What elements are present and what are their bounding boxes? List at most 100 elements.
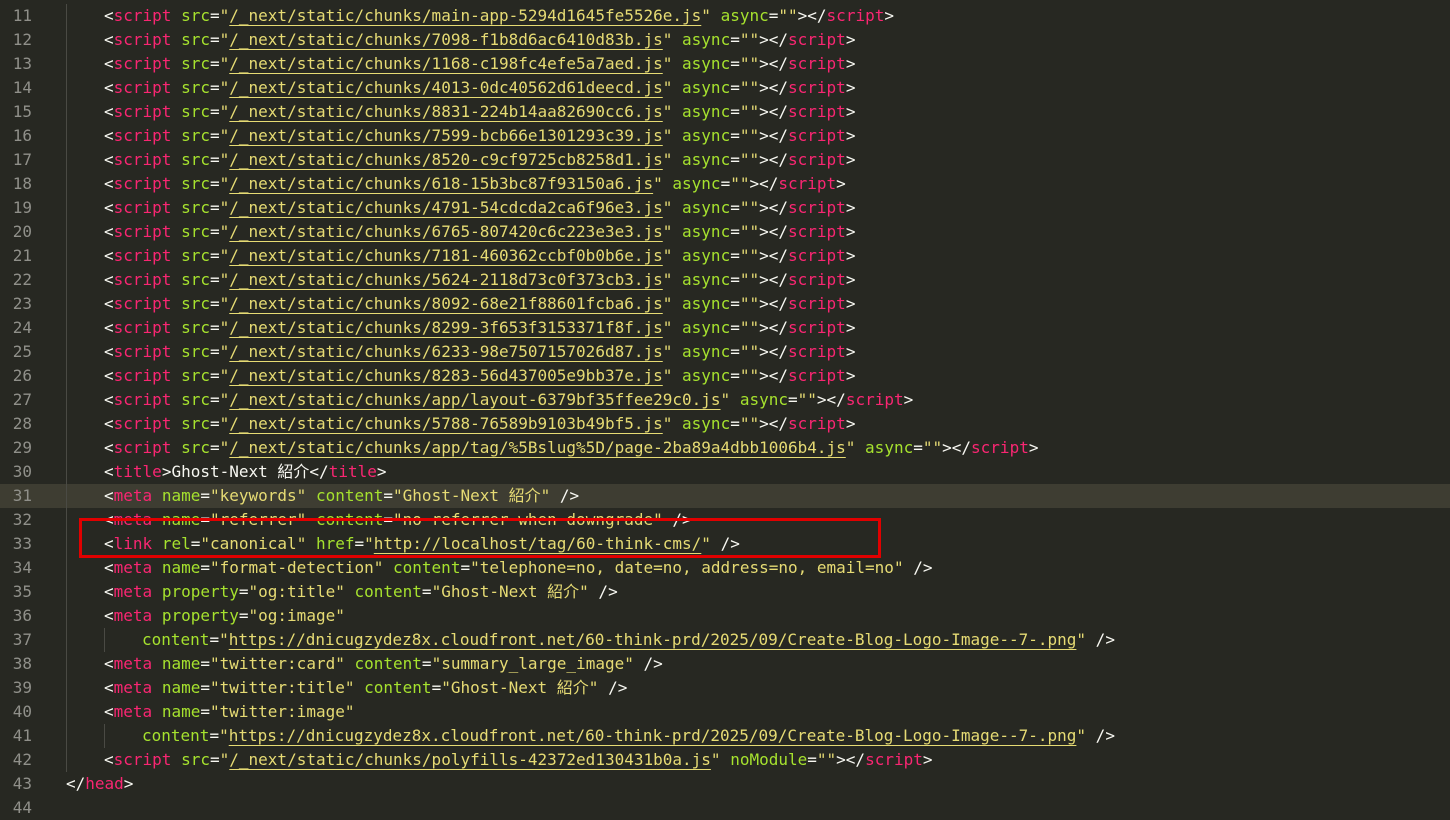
url-link[interactable]: /_next/static/chunks/7098-f1b8d6ac6410d8…	[229, 30, 662, 49]
punctuation: ></	[759, 78, 789, 97]
code-line[interactable]: 39 <meta name="twitter:title" content="Gh…	[0, 676, 1450, 700]
code-line[interactable]: 34 <meta name="format-detection" content=…	[0, 556, 1450, 580]
code-line[interactable]: 26 <script src="/_next/static/chunks/8283…	[0, 364, 1450, 388]
code-line[interactable]: 30 <title>Ghost-Next 紹介</title>	[0, 460, 1450, 484]
url-link[interactable]: http://localhost/tag/60-think-cms/	[374, 534, 702, 553]
tag-name: script	[778, 174, 837, 193]
punctuation: =	[209, 630, 220, 649]
line-number: 21	[12, 246, 32, 265]
string-value: "twitter:title"	[209, 678, 355, 697]
line-number: 39	[12, 678, 32, 697]
code-line[interactable]: 31 <meta name="keywords" content="Ghost-N…	[0, 484, 1450, 508]
punctuation: =	[209, 414, 220, 433]
code-content: <script src="/_next/static/chunks/6765-8…	[104, 220, 855, 244]
code-line[interactable]: 28 <script src="/_next/static/chunks/5788…	[0, 412, 1450, 436]
string-value: "	[219, 246, 230, 265]
string-value: "	[662, 30, 673, 49]
attribute-name: async	[682, 366, 731, 385]
url-link[interactable]: /_next/static/chunks/6765-807420c6c223e3…	[229, 222, 662, 241]
tag-name: script	[788, 102, 846, 121]
url-link[interactable]: https://dnicugzydez8x.cloudfront.net/60-…	[229, 630, 1077, 649]
punctuation	[672, 294, 682, 313]
url-link[interactable]: /_next/static/chunks/4791-54cdcda2ca6f96…	[229, 198, 662, 217]
punctuation	[721, 750, 731, 769]
code-line[interactable]: 44	[0, 796, 1450, 820]
punctuation: ></	[759, 270, 789, 289]
attribute-name: src	[181, 54, 210, 73]
url-link[interactable]: /_next/static/chunks/app/tag/%5Bslug%5D/…	[229, 438, 846, 457]
code-line[interactable]: 33 <link rel="canonical" href="http://loc…	[0, 532, 1450, 556]
url-link[interactable]: /_next/static/chunks/5788-76589b9103b49b…	[229, 414, 662, 433]
code-line[interactable]: 15 <script src="/_next/static/chunks/8831…	[0, 100, 1450, 124]
punctuation	[354, 678, 364, 697]
code-content: <script src="/_next/static/chunks/main-a…	[104, 4, 894, 28]
code-line[interactable]: 29 <script src="/_next/static/chunks/app/…	[0, 436, 1450, 460]
code-editor[interactable]: 11 <script src="/_next/static/chunks/main…	[0, 0, 1450, 817]
code-line[interactable]: 43 </head>	[0, 772, 1450, 796]
code-line[interactable]: 24 <script src="/_next/static/chunks/8299…	[0, 316, 1450, 340]
code-line[interactable]: 12 <script src="/_next/static/chunks/7098…	[0, 28, 1450, 52]
code-line[interactable]: 40 <meta name="twitter:image"	[0, 700, 1450, 724]
url-link[interactable]: /_next/static/chunks/8520-c9cf9725cb8258…	[229, 150, 662, 169]
url-link[interactable]: /_next/static/chunks/6233-98e7507157026d…	[229, 342, 662, 361]
tag-name: script	[971, 438, 1029, 457]
url-link[interactable]: /_next/static/chunks/618-15b3bc87f93150a…	[229, 174, 653, 193]
code-line[interactable]: 37 content="https://dnicugzydez8x.cloudfr…	[0, 628, 1450, 652]
string-value: "	[662, 270, 673, 289]
code-line[interactable]: 36 <meta property="og:image"	[0, 604, 1450, 628]
code-line[interactable]: 13 <script src="/_next/static/chunks/1168…	[0, 52, 1450, 76]
tag-name: title	[113, 462, 162, 481]
url-link[interactable]: /_next/static/chunks/8831-224b14aa82690c…	[229, 102, 662, 121]
line-number: 35	[12, 582, 32, 601]
tag-name: script	[788, 246, 846, 265]
code-line[interactable]: 42 <script src="/_next/static/chunks/poly…	[0, 748, 1450, 772]
code-line[interactable]: 27 <script src="/_next/static/chunks/app/…	[0, 388, 1450, 412]
url-link[interactable]: /_next/static/chunks/8299-3f653f3153371f…	[229, 318, 662, 337]
url-link[interactable]: /_next/static/chunks/4013-0dc40562d61dee…	[229, 78, 662, 97]
code-line[interactable]: 35 <meta property="og:title" content="Gho…	[0, 580, 1450, 604]
line-number: 18	[12, 174, 32, 193]
punctuation: />	[633, 654, 663, 673]
punctuation	[152, 510, 162, 529]
code-line[interactable]: 19 <script src="/_next/static/chunks/4791…	[0, 196, 1450, 220]
code-content: </head>	[66, 772, 133, 796]
url-link[interactable]: /_next/static/chunks/app/layout-6379bf35…	[229, 390, 720, 409]
string-value: "canonical"	[200, 534, 307, 553]
string-value: "	[1076, 726, 1087, 745]
punctuation	[171, 126, 181, 145]
punctuation	[730, 390, 740, 409]
punctuation: />	[588, 582, 618, 601]
code-content: <script src="/_next/static/chunks/app/la…	[104, 388, 913, 412]
code-line[interactable]: 14 <script src="/_next/static/chunks/4013…	[0, 76, 1450, 100]
url-link[interactable]: /_next/static/chunks/8092-68e21f88601fcb…	[229, 294, 662, 313]
code-line[interactable]: 38 <meta name="twitter:card" content="sum…	[0, 652, 1450, 676]
code-content: <script src="/_next/static/chunks/7181-4…	[104, 244, 855, 268]
url-link[interactable]: /_next/static/chunks/1168-c198fc4efe5a7a…	[229, 54, 662, 73]
url-link[interactable]: https://dnicugzydez8x.cloudfront.net/60-…	[229, 726, 1077, 745]
code-line[interactable]: 21 <script src="/_next/static/chunks/7181…	[0, 244, 1450, 268]
code-line[interactable]: 20 <script src="/_next/static/chunks/6765…	[0, 220, 1450, 244]
url-link[interactable]: /_next/static/chunks/7181-460362ccbf0b0b…	[229, 246, 662, 265]
code-line[interactable]: 18 <script src="/_next/static/chunks/618-…	[0, 172, 1450, 196]
url-link[interactable]: /_next/static/chunks/5624-2118d73c0f373c…	[229, 270, 662, 289]
url-link[interactable]: /_next/static/chunks/7599-bcb66e1301293c…	[229, 126, 662, 145]
punctuation	[855, 438, 865, 457]
punctuation: <	[104, 606, 114, 625]
string-value: "	[219, 222, 230, 241]
line-number: 27	[12, 390, 32, 409]
code-line[interactable]: 22 <script src="/_next/static/chunks/5624…	[0, 268, 1450, 292]
code-line[interactable]: 11 <script src="/_next/static/chunks/main…	[0, 4, 1450, 28]
punctuation	[672, 126, 682, 145]
code-line[interactable]: 41 content="https://dnicugzydez8x.cloudfr…	[0, 724, 1450, 748]
code-line[interactable]: 17 <script src="/_next/static/chunks/8520…	[0, 148, 1450, 172]
punctuation: >	[161, 462, 172, 481]
code-line[interactable]: 23 <script src="/_next/static/chunks/8092…	[0, 292, 1450, 316]
code-line[interactable]: 16 <script src="/_next/static/chunks/7599…	[0, 124, 1450, 148]
url-link[interactable]: /_next/static/chunks/main-app-5294d1645f…	[229, 6, 701, 25]
url-link[interactable]: /_next/static/chunks/polyfills-42372ed13…	[229, 750, 711, 769]
code-content: <script src="/_next/static/chunks/4791-5…	[104, 196, 855, 220]
string-value: "	[219, 102, 230, 121]
url-link[interactable]: /_next/static/chunks/8283-56d437005e9bb3…	[229, 366, 662, 385]
code-line[interactable]: 32 <meta name="referrer" content="no-refe…	[0, 508, 1450, 532]
code-line[interactable]: 25 <script src="/_next/static/chunks/6233…	[0, 340, 1450, 364]
